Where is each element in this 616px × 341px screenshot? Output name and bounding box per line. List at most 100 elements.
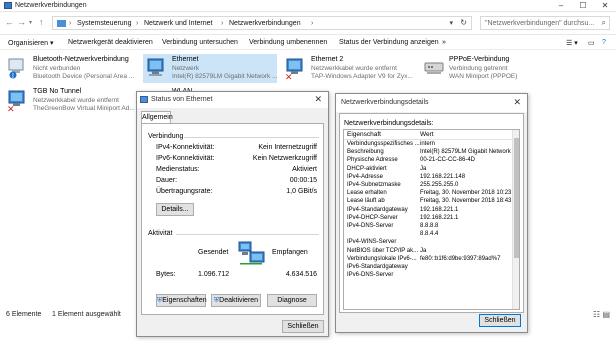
table-row[interactable]: Verbindungslokale IPv6-... fe80::b1f6:d9b…	[344, 256, 516, 264]
table-row[interactable]: IPv6-DNS-Server	[344, 272, 516, 280]
connection-item-pppoe[interactable]: PPPoE-Verbindung Verbindung getrennt WAN…	[420, 54, 554, 83]
property-cell: IPv6-DNS-Server	[347, 272, 394, 279]
view-toggle-icons[interactable]: ☷ ▤	[593, 310, 610, 319]
table-row[interactable]: Beschreibung Intel(R) 82579LM Gigabit Net…	[344, 149, 519, 157]
network-folder-icon	[4, 2, 12, 9]
connection-item-ethernet-2[interactable]: ✕ Ethernet 2 Netzwerkkabel wurde entfern…	[282, 54, 416, 83]
table-row[interactable]: IPv4-Standardgateway 192.168.221.1	[344, 207, 516, 215]
table-row[interactable]: Verbindungsspezifisches ... intern	[344, 141, 516, 149]
table-row[interactable]: DHCP-aktiviert Ja	[344, 166, 516, 174]
svg-text:✕: ✕	[7, 105, 15, 112]
recent-chevron-icon[interactable]: ▾	[29, 19, 32, 26]
table-row[interactable]: Lease erhalten Freitag, 30. November 2018…	[344, 190, 519, 198]
details-scrollbar[interactable]	[512, 130, 519, 309]
property-cell: IPv4-DHCP-Server	[347, 214, 398, 221]
details-panel: Netzwerkverbindungsdetails: Eigenschaft …	[339, 113, 524, 313]
diagnose-button[interactable]: Diagnose	[267, 294, 317, 307]
value-cell: Freitag, 30. November 2018 10:23:26	[420, 190, 520, 197]
window-controls: – ☐ ✕	[550, 0, 616, 12]
table-row[interactable]: Lease läuft ab Freitag, 30. November 2018…	[344, 198, 519, 206]
view-status-button[interactable]: Status der Verbindung anzeigen	[339, 39, 439, 46]
connection-device: WAN Miniport (PPPOE)	[449, 73, 518, 80]
minimize-icon[interactable]: –	[550, 0, 572, 12]
address-dropdown-icon[interactable]: ▾	[449, 19, 453, 27]
bytes-label: Bytes:	[156, 271, 176, 278]
details-label: Netzwerkverbindungsdetails:	[344, 120, 434, 127]
table-row[interactable]: IPv4-DHCP-Server 192.168.221.1	[344, 215, 516, 223]
refresh-icon[interactable]: ↻	[460, 18, 467, 27]
column-value[interactable]: Wert	[420, 131, 434, 138]
address-bar[interactable]: › Systemsteuerung › Netzwerk und Interne…	[52, 16, 472, 30]
ethernet-status-dialog: Status von Ethernet ✕ Allgemein Verbindu…	[136, 91, 329, 337]
organize-button[interactable]: Organisieren ▾	[8, 39, 54, 47]
up-arrow-icon[interactable]: ↑	[39, 17, 44, 27]
rename-connection-button[interactable]: Verbindung umbenennen	[249, 39, 327, 46]
breadcrumb-systemsteuerung[interactable]: Systemsteuerung	[77, 20, 131, 27]
connection-item-tgb-no-tunnel[interactable]: ✕ TGB No Tunnel Netzwerkkabel wurde entf…	[4, 86, 138, 115]
tab-general[interactable]: Allgemein	[141, 111, 173, 123]
vpn-disconnected-icon: ✕	[7, 90, 25, 112]
value-cell: 00-21-CC-CC-86-4D	[420, 157, 476, 164]
received-label: Empfangen	[272, 249, 308, 256]
table-row[interactable]: NetBIOS über TCP/IP ak... Ja	[344, 248, 516, 256]
close-icon[interactable]: ✕	[594, 0, 616, 12]
disable-device-button[interactable]: Netzwerkgerät deaktivieren	[68, 39, 153, 46]
ipv6-connectivity-value: Kein Netzwerkzugriff	[252, 155, 317, 162]
view-options-icon[interactable]: ☰ ▾	[566, 39, 578, 47]
back-arrow-icon[interactable]: ←	[5, 17, 14, 27]
help-icon[interactable]: ?	[602, 39, 606, 46]
media-status-value: Aktiviert	[292, 166, 317, 173]
preview-pane-icon[interactable]: ▭	[588, 39, 595, 47]
breadcrumb-netzwerkverbindungen[interactable]: Netzwerkverbindungen	[229, 20, 301, 27]
properties-button[interactable]: ⛨Eigenschaften	[156, 294, 207, 307]
search-input[interactable]: "Netzwerkverbindungen" durchsu... ⌕	[480, 16, 610, 30]
disable-button[interactable]: ⛨Deaktivieren	[211, 294, 261, 307]
column-property[interactable]: Eigenschaft	[347, 131, 381, 138]
connection-item-bluetooth[interactable]: ᛒ Bluetooth-Netzwerkverbindung Nicht ver…	[4, 54, 138, 83]
table-row[interactable]: IPv4-Adresse 192.168.221.148	[344, 174, 516, 182]
table-row[interactable]: IPv4-DNS-Server 8.8.8.8	[344, 223, 516, 231]
value-cell: 192.168.221.148	[420, 173, 466, 180]
details-button[interactable]: Details...	[156, 203, 194, 216]
details-close-button[interactable]: Schließen	[479, 314, 521, 327]
table-row[interactable]: 8.8.4.4	[344, 231, 516, 239]
window-titlebar: Netzwerkverbindungen – ☐ ✕	[0, 0, 616, 12]
property-cell: IPv4-WINS-Server	[347, 239, 397, 246]
maximize-icon[interactable]: ☐	[572, 0, 594, 12]
table-row[interactable]: Physische Adresse 00-21-CC-CC-86-4D	[344, 157, 516, 165]
table-row[interactable]: IPv4-Subnetzmaske 255.255.255.0	[344, 182, 516, 190]
diagnose-connection-button[interactable]: Verbindung untersuchen	[162, 39, 238, 46]
details-table[interactable]: Eigenschaft Wert Verbindungsspezifisches…	[343, 129, 520, 310]
property-cell: Physische Adresse	[347, 157, 398, 164]
ipv4-connectivity-label: IPv4-Konnektivität:	[156, 144, 215, 151]
connection-device: Bluetooth Device (Personal Area ...	[33, 73, 135, 80]
more-commands-button[interactable]: »	[442, 39, 446, 46]
property-cell: Beschreibung	[347, 149, 384, 156]
connection-device: Intel(R) 82579LM Gigabit Network ...	[172, 73, 278, 80]
table-row[interactable]: IPv4-WINS-Server	[344, 239, 516, 247]
activity-computers-icon	[238, 241, 265, 265]
connection-status: Nicht verbunden	[33, 65, 81, 72]
connection-name: Ethernet	[172, 56, 199, 63]
connection-name: Ethernet 2	[311, 56, 344, 63]
search-placeholder: "Netzwerkverbindungen" durchsu...	[485, 20, 595, 27]
close-icon[interactable]: ✕	[513, 97, 521, 108]
ethernet-network-icon	[140, 96, 148, 103]
ethernet-close-button[interactable]: Schließen	[282, 320, 324, 333]
forward-arrow-icon[interactable]: →	[17, 17, 26, 27]
value-cell: Ja	[420, 247, 427, 254]
property-cell: DHCP-aktiviert	[347, 165, 387, 172]
close-icon[interactable]: ✕	[314, 94, 322, 105]
property-cell: Lease erhalten	[347, 190, 387, 197]
scrollbar-thumb[interactable]	[514, 138, 519, 258]
property-cell: IPv4-Adresse	[347, 173, 384, 180]
connection-status: Netzwerkkabel wurde entfernt	[33, 97, 119, 104]
address-row: ← → ▾ ↑ › Systemsteuerung › Netzwerk und…	[0, 12, 616, 35]
ipv4-connectivity-value: Kein Internetzugriff	[258, 144, 317, 151]
dialog-title: Netzwerkverbindungsdetails	[341, 99, 429, 106]
selection-count: 1 Element ausgewählt	[52, 311, 121, 318]
window-title: Netzwerkverbindungen	[15, 2, 87, 9]
connection-item-ethernet[interactable]: Ethernet Netzwerk Intel(R) 82579LM Gigab…	[143, 54, 278, 83]
table-row[interactable]: IPv6-Standardgateway	[344, 264, 516, 272]
breadcrumb-netzwerk-und-internet[interactable]: Netzwerk und Internet	[144, 20, 212, 27]
